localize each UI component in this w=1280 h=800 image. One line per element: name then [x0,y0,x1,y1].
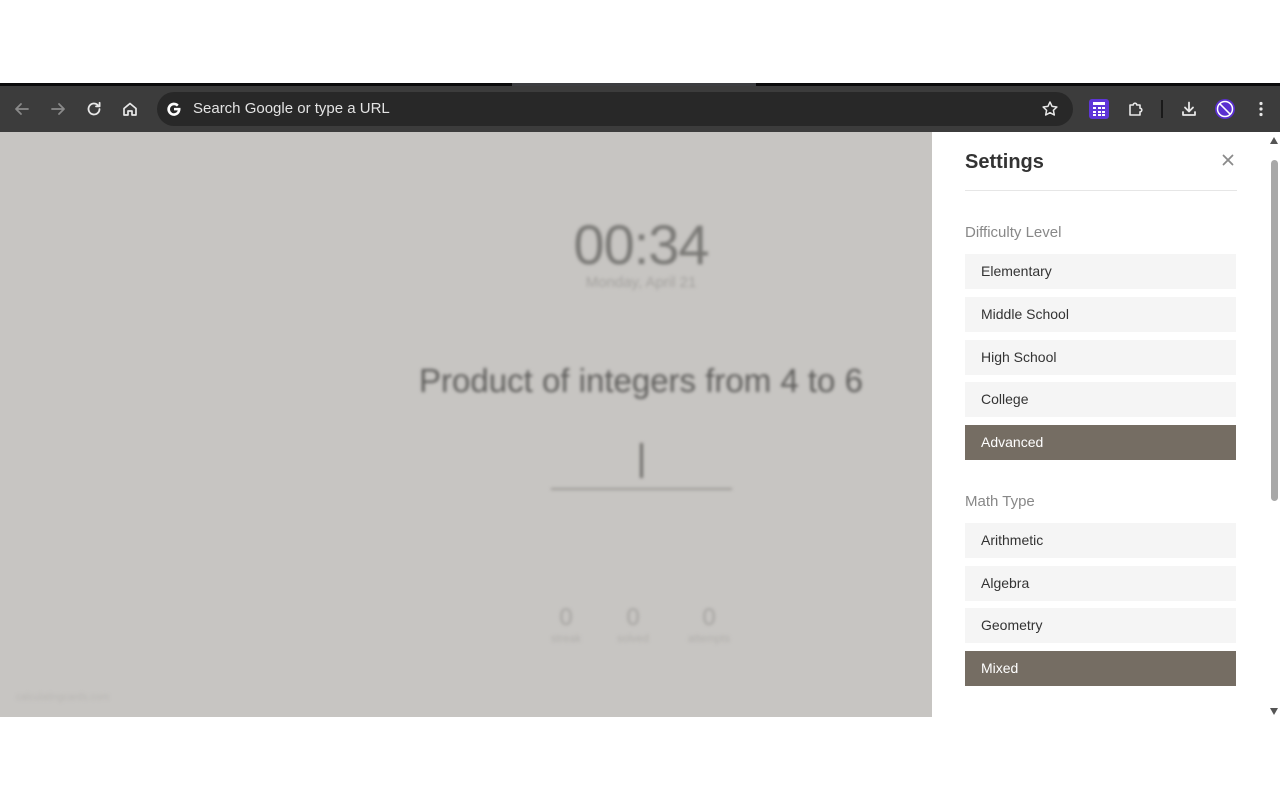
math-type-option-mixed[interactable]: Mixed [965,651,1236,686]
answer-input[interactable] [551,488,732,490]
settings-divider [965,190,1237,191]
difficulty-option-elementary[interactable]: Elementary [965,254,1236,289]
math-type-option-arithmetic[interactable]: Arithmetic [965,523,1236,558]
screen: Search Google or type a URL 00:34 Monday… [0,0,1280,800]
home-button[interactable] [116,95,144,123]
home-icon [123,102,137,116]
difficulty-option-advanced[interactable]: Advanced [965,425,1236,460]
stat-label: solved [617,633,649,645]
back-icon [15,103,29,115]
forward-button[interactable] [44,95,72,123]
address-bar-placeholder: Search Google or type a URL [193,100,390,117]
stat-label: attempts [687,633,731,645]
settings-title: Settings [965,151,1044,173]
reload-icon [87,101,101,116]
math-type-option-algebra[interactable]: Algebra [965,566,1236,601]
math-type-option-geometry[interactable]: Geometry [965,608,1236,643]
address-bar[interactable]: Search Google or type a URL [157,92,1073,126]
download-icon [1182,101,1196,116]
app-background-overlay[interactable]: 00:34 Monday, April 21 Product of intege… [0,132,932,717]
browser-menu-button[interactable] [1247,95,1275,123]
back-button[interactable] [8,95,36,123]
scrollbar-thumb[interactable] [1271,160,1278,501]
forward-icon [51,103,65,115]
difficulty-option-college[interactable]: College [965,382,1236,417]
stat-value: 0 [702,604,716,631]
scroll-down-arrow-icon[interactable] [1270,708,1278,715]
difficulty-level-label: Difficulty Level [965,224,1062,241]
clock-display: 00:34 [573,213,709,276]
settings-panel: Settings Difficulty Level Elementary Mid… [932,132,1268,717]
downloads-button[interactable] [1175,95,1203,123]
footer-site-link[interactable]: calculatingcards.com [16,692,109,703]
page-viewport: 00:34 Monday, April 21 Product of intege… [0,132,1280,717]
bookmark-star-icon[interactable] [1041,100,1059,118]
problem-text: Product of integers from 4 to 6 [419,362,863,399]
stat-solved: 0 solved [593,604,673,645]
toolbar-divider [1161,100,1163,118]
scroll-up-arrow-icon[interactable] [1270,137,1278,144]
google-icon [165,100,183,118]
date-display: Monday, April 21 [585,274,697,291]
stat-value: 0 [626,604,640,631]
extensions-puzzle-icon [1129,102,1143,116]
profile-avatar-icon[interactable] [1215,99,1235,119]
blurred-app-content: 00:34 Monday, April 21 Product of intege… [0,132,932,717]
math-type-label: Math Type [965,493,1035,510]
calculator-extension-icon[interactable] [1089,99,1109,119]
difficulty-option-high-school[interactable]: High School [965,340,1236,375]
stat-attempts: 0 attempts [669,604,749,645]
browser-toolbar: Search Google or type a URL [0,86,1280,132]
text-cursor [640,443,643,478]
reload-button[interactable] [80,95,108,123]
scrollbar[interactable] [1268,132,1280,717]
extensions-button[interactable] [1122,95,1150,123]
menu-kebab-icon [1259,101,1263,117]
difficulty-option-middle-school[interactable]: Middle School [965,297,1236,332]
close-icon[interactable] [1219,151,1237,169]
